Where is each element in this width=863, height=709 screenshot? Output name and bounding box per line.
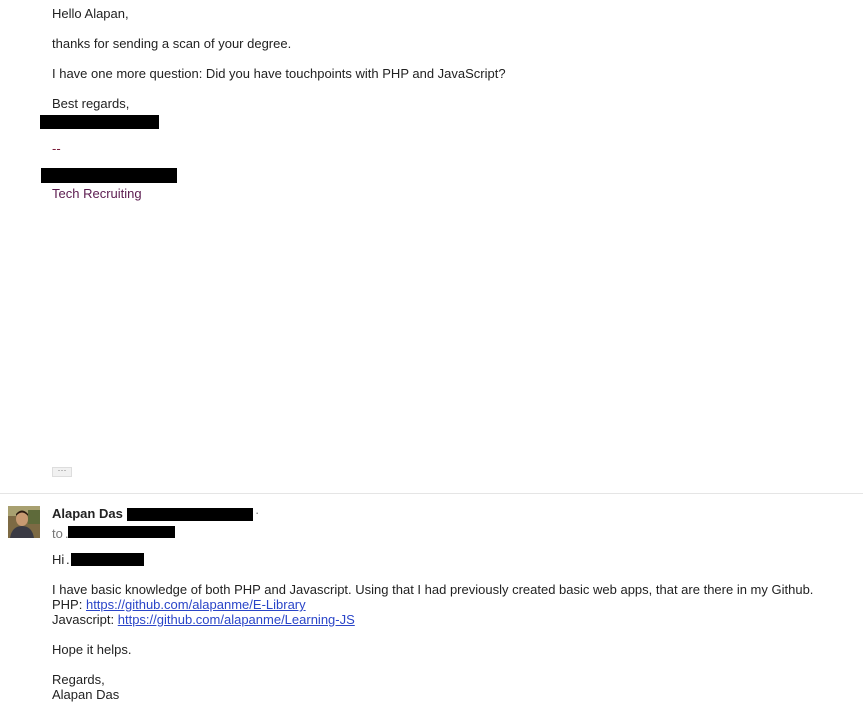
signature-department: Tech Recruiting	[52, 186, 142, 201]
redacted-signature-name	[41, 168, 177, 183]
email-trailing-dot: ·	[255, 505, 260, 520]
php-link-row: PHP: https://github.com/alapanme/E-Libra…	[52, 597, 306, 613]
show-trimmed-content-button[interactable]: ···	[52, 466, 72, 477]
js-link-row: Javascript: https://github.com/alapanme/…	[52, 612, 355, 628]
js-label: Javascript:	[52, 612, 118, 627]
prev-line-degree: thanks for sending a scan of your degree…	[52, 36, 292, 51]
reply-regards: Regards,	[52, 672, 105, 687]
js-github-link[interactable]: https://github.com/alapanme/Learning-JS	[118, 612, 355, 627]
prev-greeting: Hello Alapan,	[52, 6, 129, 21]
redacted-sender-name	[40, 115, 159, 129]
redacted-sender-email	[127, 508, 253, 521]
message-divider	[0, 493, 863, 494]
recipient-to-label[interactable]: to	[52, 526, 63, 542]
avatar-photo-icon	[8, 506, 40, 538]
reply-signature-name: Alapan Das	[52, 687, 120, 702]
php-label: PHP:	[52, 597, 86, 612]
reply-body-line: I have basic knowledge of both PHP and J…	[52, 582, 814, 597]
reply-greeting: Hi	[52, 552, 65, 567]
prev-closing: Best regards,	[52, 96, 130, 111]
redacted-greeting-name	[71, 553, 144, 566]
greeting-dot: .	[66, 552, 70, 567]
sender-avatar[interactable]	[8, 506, 40, 538]
prev-line-question: I have one more question: Did you have t…	[52, 66, 506, 81]
sender-name[interactable]: Alapan Das	[52, 506, 123, 522]
redacted-recipient	[68, 526, 175, 538]
signature-separator: --	[52, 141, 61, 156]
php-github-link[interactable]: https://github.com/alapanme/E-Library	[86, 597, 306, 612]
reply-hope: Hope it helps.	[52, 642, 132, 657]
